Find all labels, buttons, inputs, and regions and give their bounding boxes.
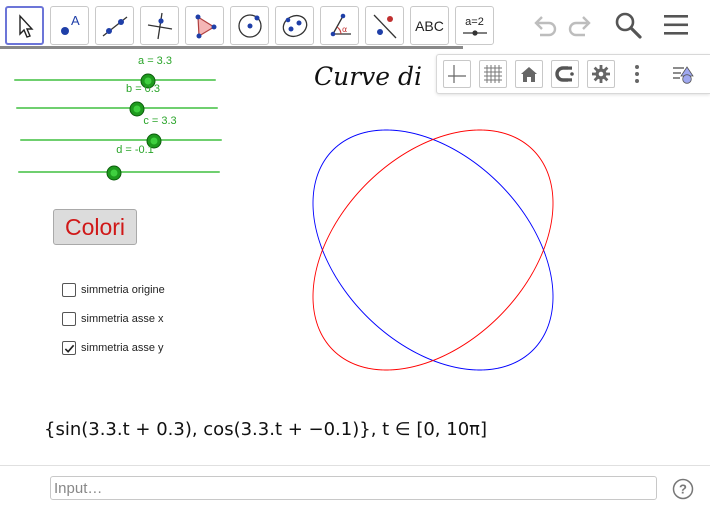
axes-toggle-button[interactable]: [443, 60, 471, 88]
undo-icon: [534, 16, 557, 37]
toolbar-divider: [0, 46, 463, 49]
polygon-icon: [195, 14, 216, 38]
pointer-arrow-icon: [18, 13, 34, 38]
circle-tool-button[interactable]: [230, 6, 269, 45]
slider-tool-button[interactable]: a=2: [455, 6, 494, 45]
home-icon: [521, 67, 537, 82]
angle-icon: α: [330, 13, 351, 36]
svg-text:A: A: [71, 13, 80, 28]
home-view-button[interactable]: [515, 60, 543, 88]
redo-icon: [568, 16, 591, 37]
search-icon: [615, 12, 642, 39]
reflect-about-line-icon: [373, 14, 396, 38]
checkbox-simmetria-origine[interactable]: simmetria origine: [62, 282, 165, 298]
perpendicular-line-icon: [147, 12, 172, 39]
slider-c-track[interactable]: [20, 139, 222, 141]
algebra-input-field[interactable]: [50, 476, 657, 500]
checkbox-simmetria-asse-y[interactable]: simmetria asse y: [62, 340, 164, 356]
toggle-style-bar-button[interactable]: [669, 60, 697, 88]
graphics-view[interactable]: Curve di a = 3.3 b = 0.3 c = 3.3 d = -0.…: [0, 52, 710, 465]
svg-text:α: α: [342, 25, 347, 34]
reflect-tool-button[interactable]: [365, 6, 404, 45]
primary-curve-path: [312, 129, 554, 371]
slider-b-knob[interactable]: [129, 101, 145, 117]
polygon-tool-button[interactable]: [185, 6, 224, 45]
point-tool-button[interactable]: A: [50, 6, 89, 45]
snapping-button[interactable]: [551, 60, 579, 88]
search-button[interactable]: [611, 8, 645, 42]
checkbox-label: simmetria asse x: [81, 313, 164, 325]
svg-text:?: ?: [679, 482, 687, 497]
line-through-two-points-icon: [102, 15, 127, 37]
grid-toggle-button[interactable]: [479, 60, 507, 88]
perpendicular-line-tool-button[interactable]: [140, 6, 179, 45]
help-question-icon: ?: [672, 478, 694, 500]
style-bar: [436, 54, 710, 94]
text-tool-button[interactable]: ABC: [410, 6, 449, 45]
mirror-curve-path: [312, 129, 554, 371]
settings-button[interactable]: [587, 60, 615, 88]
checkbox-box[interactable]: [62, 283, 76, 297]
slider-b-track[interactable]: [16, 107, 218, 109]
help-button[interactable]: ?: [672, 478, 694, 500]
slider-a-label: a = 3.3: [138, 55, 172, 67]
slider-c-label: c = 3.3: [143, 115, 177, 127]
toolbar: A α ABC a=2: [0, 0, 710, 52]
checkmark-icon: [64, 344, 74, 353]
primary-curve-red: [312, 129, 554, 371]
slider-d-label: d = -0.1: [116, 144, 154, 156]
undo-button[interactable]: [528, 8, 562, 42]
checkbox-label: simmetria origine: [81, 284, 165, 296]
grid-toggle-icon: [484, 65, 502, 83]
checkbox-simmetria-asse-x[interactable]: simmetria asse x: [62, 311, 164, 327]
circle-with-center-icon: [237, 13, 262, 38]
hamburger-menu-icon: [664, 15, 688, 35]
slider-b-label: b = 0.3: [126, 83, 160, 95]
colori-button[interactable]: Colori: [53, 209, 137, 245]
move-tool-button[interactable]: [5, 6, 44, 45]
text-tool-label: ABC: [415, 17, 444, 34]
checkbox-label: simmetria asse y: [81, 342, 164, 354]
curve-formula: {sin(3.3.t + 0.3), cos(3.3.t + −0.1)}, t…: [44, 419, 488, 440]
ellipse-tool-button[interactable]: [275, 6, 314, 45]
input-bar: ?: [0, 465, 710, 511]
checkbox-box[interactable]: [62, 312, 76, 326]
slider-icon: [463, 30, 487, 36]
slider-d-knob[interactable]: [106, 165, 122, 181]
mirror-curve-blue: [312, 129, 554, 371]
snapping-icon: [555, 66, 574, 82]
redo-button[interactable]: [563, 8, 597, 42]
point-with-label-icon: A: [60, 13, 80, 35]
slider-a-track[interactable]: [14, 79, 216, 81]
toggle-style-bar-icon: [673, 66, 694, 84]
gear-icon: [592, 65, 610, 83]
checkbox-box[interactable]: [62, 341, 76, 355]
more-vertical-icon: [635, 65, 639, 83]
curve-canvas: [312, 129, 554, 371]
axes-toggle-icon: [448, 65, 466, 83]
graphics-title: Curve di: [314, 62, 423, 91]
ellipse-icon: [282, 14, 307, 37]
more-options-button[interactable]: [623, 60, 651, 88]
main-menu-button[interactable]: [659, 8, 693, 42]
angle-tool-button[interactable]: α: [320, 6, 359, 45]
line-tool-button[interactable]: [95, 6, 134, 45]
